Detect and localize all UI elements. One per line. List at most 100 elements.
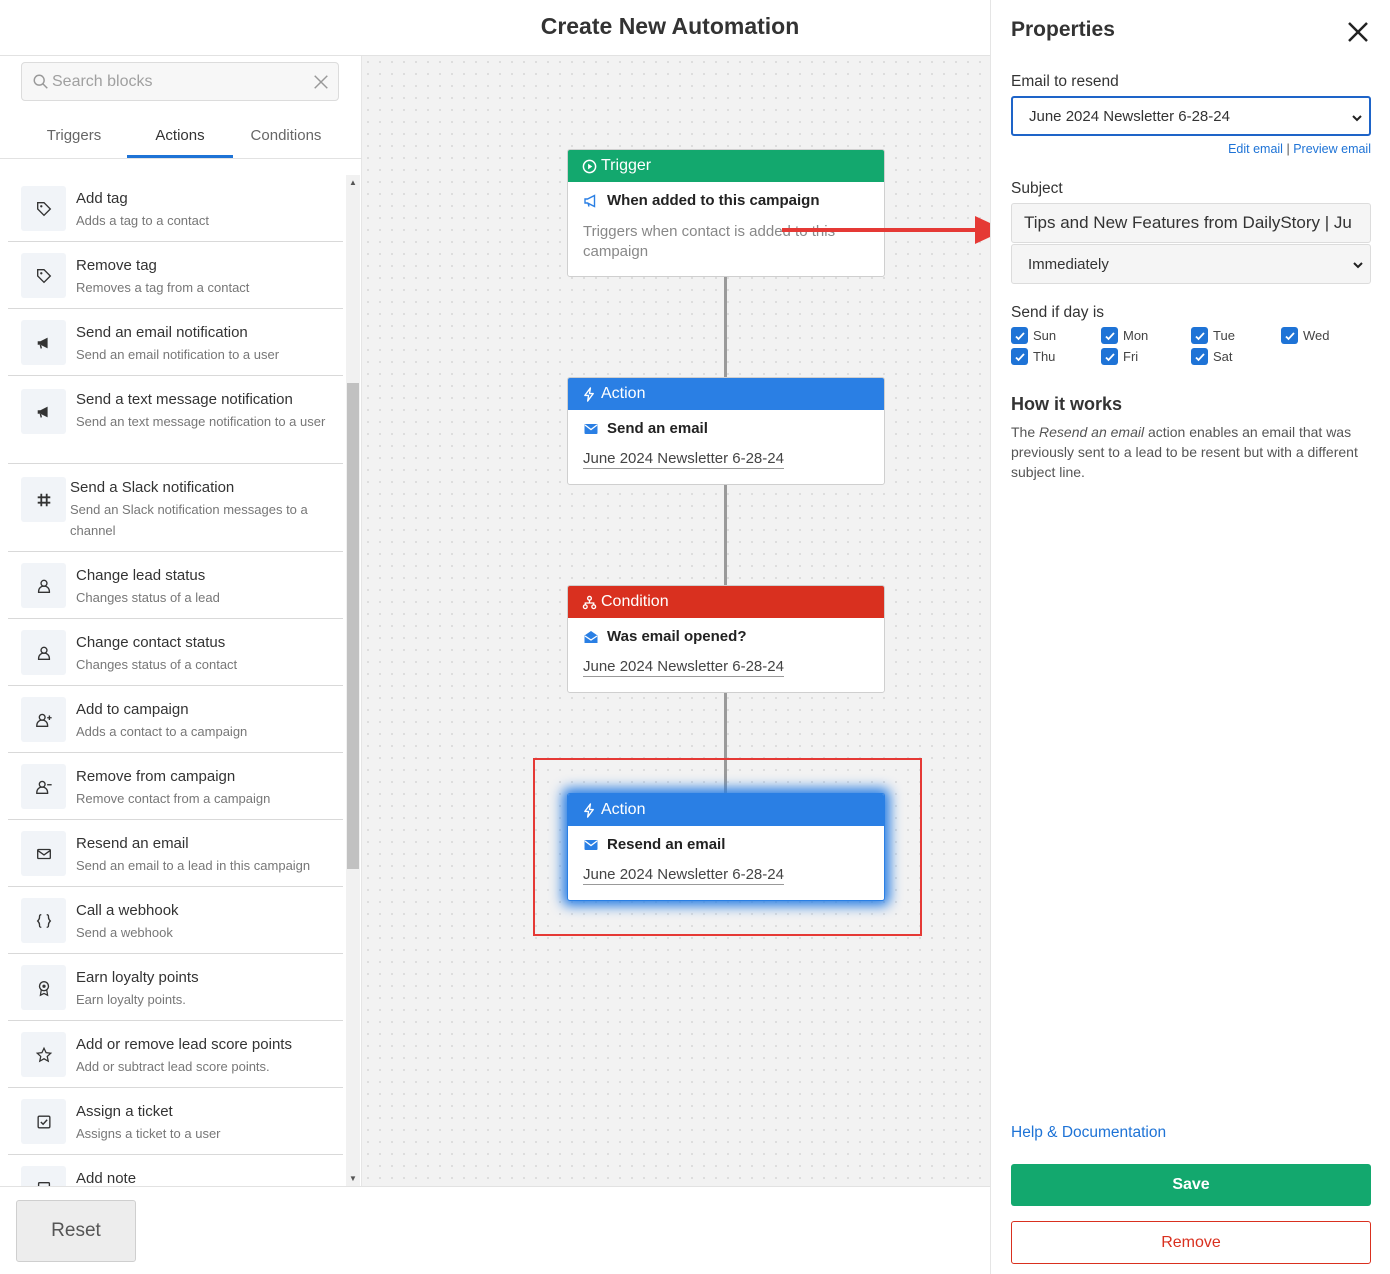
block-remove-from-campaign[interactable]: Remove from campaign Remove contact from… <box>8 753 343 820</box>
action-node-send-email[interactable]: Action Send an email June 2024 Newslette… <box>567 377 885 485</box>
automation-canvas[interactable]: Trigger When added to this campaign Trig… <box>362 56 990 1186</box>
search-box[interactable] <box>21 62 339 101</box>
clear-search-icon[interactable] <box>312 73 330 91</box>
action-node-email-link[interactable]: June 2024 Newsletter 6-28-24 <box>583 866 784 885</box>
save-button[interactable]: Save <box>1011 1164 1371 1206</box>
timing-value: Immediately <box>1028 255 1109 273</box>
tab-conditions[interactable]: Conditions <box>233 116 339 158</box>
action-node-title: Send an email <box>583 420 708 437</box>
block-title: Remove tag <box>76 257 157 274</box>
tab-actions[interactable]: Actions <box>127 116 233 158</box>
trigger-node-header: Trigger <box>568 150 884 182</box>
condition-node[interactable]: Condition Was email opened? June 2024 Ne… <box>567 585 885 693</box>
block-title: Send a Slack notification <box>70 479 235 496</box>
block-tabs: Triggers Actions Conditions <box>0 116 362 159</box>
block-title: Resend an email <box>76 835 189 852</box>
day-checkbox-sat[interactable]: Sat <box>1191 348 1233 365</box>
day-checkbox-thu[interactable]: Thu <box>1011 348 1055 365</box>
sitemap-icon <box>582 595 597 609</box>
condition-node-email-link[interactable]: June 2024 Newsletter 6-28-24 <box>583 658 784 677</box>
block-description: Add or subtract lead score points. <box>76 1059 270 1074</box>
block-assign-ticket[interactable]: Assign a ticket Assigns a ticket to a us… <box>8 1088 343 1155</box>
block-sidebar: Triggers Actions Conditions Add tag Adds… <box>0 56 362 1186</box>
day-label: Sun <box>1033 328 1057 343</box>
bullhorn-icon <box>21 389 66 434</box>
action-node-email-link[interactable]: June 2024 Newsletter 6-28-24 <box>583 450 784 469</box>
scroll-up-arrow-icon[interactable]: ▲ <box>349 178 357 187</box>
link-separator: | <box>1286 142 1290 156</box>
remove-button[interactable]: Remove <box>1011 1221 1371 1264</box>
subject-input[interactable]: Tips and New Features from DailyStory | … <box>1011 203 1371 243</box>
envelope-icon <box>584 423 598 434</box>
day-checkbox-wed[interactable]: Wed <box>1281 327 1330 344</box>
block-earn-loyalty-points[interactable]: Earn loyalty points Earn loyalty points. <box>8 954 343 1021</box>
checkbox-checked-icon <box>1101 327 1118 344</box>
bullhorn-icon <box>21 320 66 365</box>
day-checkbox-tue[interactable]: Tue <box>1191 327 1235 344</box>
chevron-down-icon <box>1353 262 1363 269</box>
day-checkbox-sun[interactable]: Sun <box>1011 327 1056 344</box>
block-remove-tag[interactable]: Remove tag Removes a tag from a contact <box>8 242 343 309</box>
block-title: Send an email notification <box>76 324 248 341</box>
block-resend-email[interactable]: Resend an email Send an email to a lead … <box>8 820 343 887</box>
how-it-works-text-em: Resend an email <box>1039 424 1145 440</box>
timing-select[interactable]: Immediately <box>1011 244 1371 284</box>
close-icon[interactable] <box>1346 20 1370 44</box>
checkbox-checked-icon <box>1281 327 1298 344</box>
block-call-webhook[interactable]: Call a webhook Send a webhook <box>8 887 343 954</box>
search-input[interactable] <box>52 69 302 95</box>
search-icon <box>33 74 48 89</box>
help-documentation-link[interactable]: Help & Documentation <box>1011 1124 1166 1142</box>
block-send-text-notification[interactable]: Send a text message notification Send an… <box>8 376 343 464</box>
block-list-scrollbar[interactable]: ▲ ▼ <box>346 175 360 1186</box>
block-change-lead-status[interactable]: Change lead status Changes status of a l… <box>8 552 343 619</box>
day-checkbox-fri[interactable]: Fri <box>1101 348 1138 365</box>
edit-email-link[interactable]: Edit email <box>1228 142 1283 156</box>
scrollbar-thumb[interactable] <box>347 383 359 869</box>
condition-node-title: Was email opened? <box>583 628 746 645</box>
block-description: Assigns a ticket to a user <box>76 1126 221 1141</box>
action-node-title-text: Resend an email <box>607 836 726 853</box>
bolt-icon <box>584 386 594 402</box>
block-list: Add tag Adds a tag to a contact Remove t… <box>0 175 346 1186</box>
action-node-title-text: Send an email <box>607 420 708 437</box>
block-add-tag[interactable]: Add tag Adds a tag to a contact <box>8 175 343 242</box>
block-title: Add or remove lead score points <box>76 1036 292 1053</box>
envelope-icon <box>21 831 66 876</box>
block-title: Send a text message notification <box>76 391 293 408</box>
action-node-label: Action <box>601 385 646 402</box>
block-send-email-notification[interactable]: Send an email notification Send an email… <box>8 309 343 376</box>
action-node-resend-email[interactable]: Action Resend an email June 2024 Newslet… <box>567 793 885 901</box>
block-change-contact-status[interactable]: Change contact status Changes status of … <box>8 619 343 686</box>
footer-bar: Reset <box>0 1186 990 1274</box>
user-icon <box>21 630 66 675</box>
reset-button[interactable]: Reset <box>16 1200 136 1262</box>
scroll-down-arrow-icon[interactable]: ▼ <box>349 1174 357 1183</box>
trigger-node-title: When added to this campaign <box>583 192 820 209</box>
day-checkbox-mon[interactable]: Mon <box>1101 327 1148 344</box>
trigger-node-label: Trigger <box>601 157 652 174</box>
preview-email-link[interactable]: Preview email <box>1293 142 1371 156</box>
block-add-note[interactable]: Add note <box>8 1155 343 1186</box>
how-it-works-text-pre: The <box>1011 424 1040 440</box>
block-send-slack-notification[interactable]: Send a Slack notification Send an Slack … <box>8 464 343 552</box>
user-icon <box>21 563 66 608</box>
block-description: Changes status of a lead <box>76 590 220 605</box>
action-node-header: Action <box>568 378 884 410</box>
envelope-icon <box>584 839 598 850</box>
block-add-to-campaign[interactable]: Add to campaign Adds a contact to a camp… <box>8 686 343 753</box>
email-to-resend-select[interactable]: June 2024 Newsletter 6-28-24 <box>1011 96 1371 136</box>
block-title: Change lead status <box>76 567 206 584</box>
block-description: Send an email notification to a user <box>76 347 280 362</box>
block-description: Removes a tag from a contact <box>76 280 250 295</box>
tag-icon <box>21 253 66 298</box>
tab-triggers[interactable]: Triggers <box>21 116 127 158</box>
block-description: Send an Slack notification messages to a… <box>70 502 308 538</box>
block-title: Earn loyalty points <box>76 969 199 986</box>
block-lead-score-points[interactable]: Add or remove lead score points Add or s… <box>8 1021 343 1088</box>
note-icon <box>21 1166 66 1186</box>
day-label: Sat <box>1213 349 1233 364</box>
trigger-node-title-text: When added to this campaign <box>607 192 820 209</box>
block-description: Send an text message notification to a u… <box>76 414 326 429</box>
trigger-node[interactable]: Trigger When added to this campaign Trig… <box>567 149 885 277</box>
